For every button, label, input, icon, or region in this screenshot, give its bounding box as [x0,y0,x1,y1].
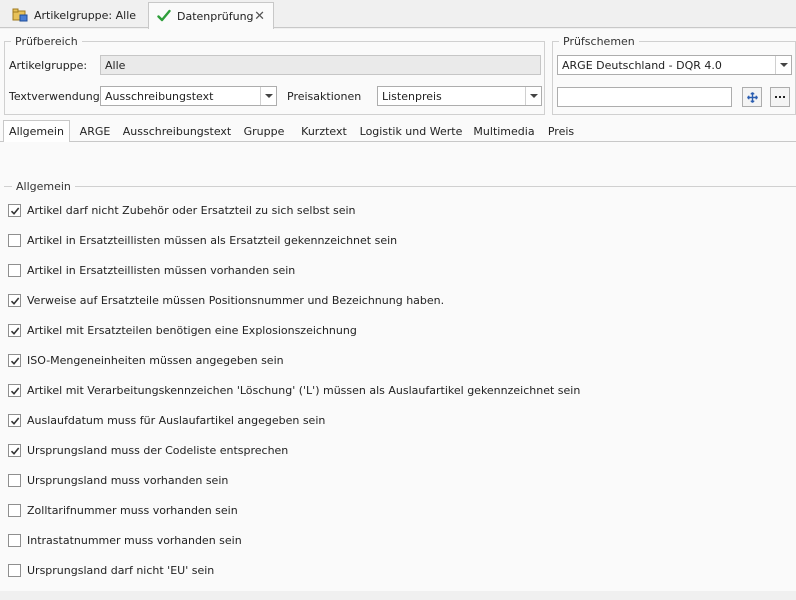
tab-content-allgemein: Allgemein Artikel darf nicht Zubehör ode… [0,142,796,591]
rule-checkbox-row[interactable]: Artikel in Ersatzteillisten müssen als E… [8,234,397,247]
rule-checkbox-row[interactable]: Artikel mit Verarbeitungskennzeichen 'Lö… [8,384,580,397]
doc-tab-artikelgruppe[interactable]: Artikelgruppe: Alle [4,2,146,28]
checkbox-label: ISO-Mengeneinheiten müssen angegeben sei… [27,354,284,367]
rule-checkbox-row[interactable]: Zolltarifnummer muss vorhanden sein [8,504,238,517]
rule-checkbox-row[interactable]: Ursprungsland muss vorhanden sein [8,474,228,487]
checkbox-label: Artikel in Ersatzteillisten müssen als E… [27,234,398,247]
checkbox-label: Zolltarifnummer muss vorhanden sein [27,504,238,517]
preisaktionen-value: Listenpreis [382,89,442,103]
move-button[interactable] [742,87,762,107]
chevron-down-icon[interactable] [260,87,276,105]
textverwendung-select[interactable]: Ausschreibungstext [100,86,277,106]
tab-allgemein[interactable]: Allgemein [3,120,70,143]
checkbox[interactable] [8,324,21,337]
pruefschema-select[interactable]: ARGE Deutschland - DQR 4.0 [557,55,792,75]
checkbox-label: Artikel mit Ersatzteilen benötigen eine … [27,324,357,337]
rule-checkbox-row[interactable]: Auslaufdatum muss für Auslaufartikel ang… [8,414,325,427]
checkbox-label: Ursprungsland muss der Codeliste entspre… [27,444,289,457]
chevron-down-icon[interactable] [525,87,541,105]
rule-checkbox-row[interactable]: ISO-Mengeneinheiten müssen angegeben sei… [8,354,284,367]
rule-checkbox-row[interactable]: Verweise auf Ersatzteile müssen Position… [8,294,444,307]
ellipsis-icon [775,96,785,98]
rule-checkbox-row[interactable]: Artikel darf nicht Zubehör oder Ersatzte… [8,204,356,217]
tab-ausschreibungstext[interactable]: Ausschreibungstext [120,120,234,142]
check-icon [10,416,19,425]
pruefschemen-legend: Prüfschemen [563,35,635,48]
checkbox[interactable] [8,294,21,307]
checkbox[interactable] [8,204,21,217]
rule-checkbox-row[interactable]: Ursprungsland darf nicht 'EU' sein [8,564,214,577]
checkbox-label: Ursprungsland darf nicht 'EU' sein [27,564,215,577]
preisaktionen-select[interactable]: Listenpreis [377,86,542,106]
artikelgruppe-value: Alle [105,58,126,72]
textverwendung-value: Ausschreibungstext [105,89,214,103]
folder-icon [12,8,28,22]
preisaktionen-label: Preisaktionen [287,90,362,103]
checkbox-label: Artikel darf nicht Zubehör oder Ersatzte… [27,204,356,217]
checkbox-label: Artikel mit Verarbeitungskennzeichen 'Lö… [27,384,581,397]
document-tabbar: Artikelgruppe: Alle Datenprüfung ✕ [0,0,796,29]
checkbox[interactable] [8,534,21,547]
tab-kurztext[interactable]: Kurztext [294,120,354,142]
rule-checkbox-row[interactable]: Intrastatnummer muss vorhanden sein [8,534,242,547]
checkbox[interactable] [8,474,21,487]
artikelgruppe-label: Artikelgruppe: [9,59,88,72]
rule-checkbox-row[interactable]: Artikel in Ersatzteillisten müssen vorha… [8,264,295,277]
check-icon [10,386,19,395]
tab-arge[interactable]: ARGE [74,120,116,142]
rule-checkbox-row[interactable]: Artikel mit Ersatzteilen benötigen eine … [8,324,357,337]
tab-gruppe[interactable]: Gruppe [238,120,290,142]
checkbox-label: Verweise auf Ersatzteile müssen Position… [27,294,445,307]
doc-tab-label: Artikelgruppe: Alle [34,8,137,22]
checkbox[interactable] [8,504,21,517]
checkbox[interactable] [8,264,21,277]
checkbox[interactable] [8,234,21,247]
section-tabbar: Allgemein ARGE Ausschreibungstext Gruppe… [0,120,796,143]
pruefschema-search-input[interactable] [557,87,732,107]
checkmark-icon [157,9,171,23]
chevron-down-icon[interactable] [775,56,791,74]
check-icon [10,206,19,215]
check-icon [10,326,19,335]
checkbox-label: Artikel in Ersatzteillisten müssen vorha… [27,264,296,277]
check-icon [10,446,19,455]
checkbox[interactable] [8,444,21,457]
checkbox[interactable] [8,354,21,367]
main-area: Prüfbereich Artikelgruppe: Alle Textverw… [0,29,796,591]
checkbox[interactable] [8,414,21,427]
tab-multimedia[interactable]: Multimedia [468,120,540,142]
checkbox[interactable] [8,384,21,397]
tab-logistik-und-werte[interactable]: Logistik und Werte [358,120,464,142]
check-icon [10,356,19,365]
doc-tab-datenpruefung[interactable]: Datenprüfung ✕ [148,2,274,29]
checkbox-label: Auslaufdatum muss für Auslaufartikel ang… [27,414,326,427]
pruefschema-value: ARGE Deutschland - DQR 4.0 [562,58,722,72]
textverwendung-label: Textverwendung: [9,90,104,103]
check-icon [10,296,19,305]
more-options-button[interactable] [770,87,790,107]
allgemein-legend: Allgemein [16,180,71,193]
tab-preis[interactable]: Preis [544,120,578,142]
artikelgruppe-field: Alle [100,55,541,75]
move-icon [746,91,758,103]
close-tab-icon[interactable]: ✕ [254,9,265,24]
checkbox-label: Intrastatnummer muss vorhanden sein [27,534,242,547]
rule-checkbox-row[interactable]: Ursprungsland muss der Codeliste entspre… [8,444,288,457]
checkbox[interactable] [8,564,21,577]
doc-tab-label: Datenprüfung [177,9,254,23]
pruefbereich-legend: Prüfbereich [15,35,78,48]
checkbox-label: Ursprungsland muss vorhanden sein [27,474,229,487]
